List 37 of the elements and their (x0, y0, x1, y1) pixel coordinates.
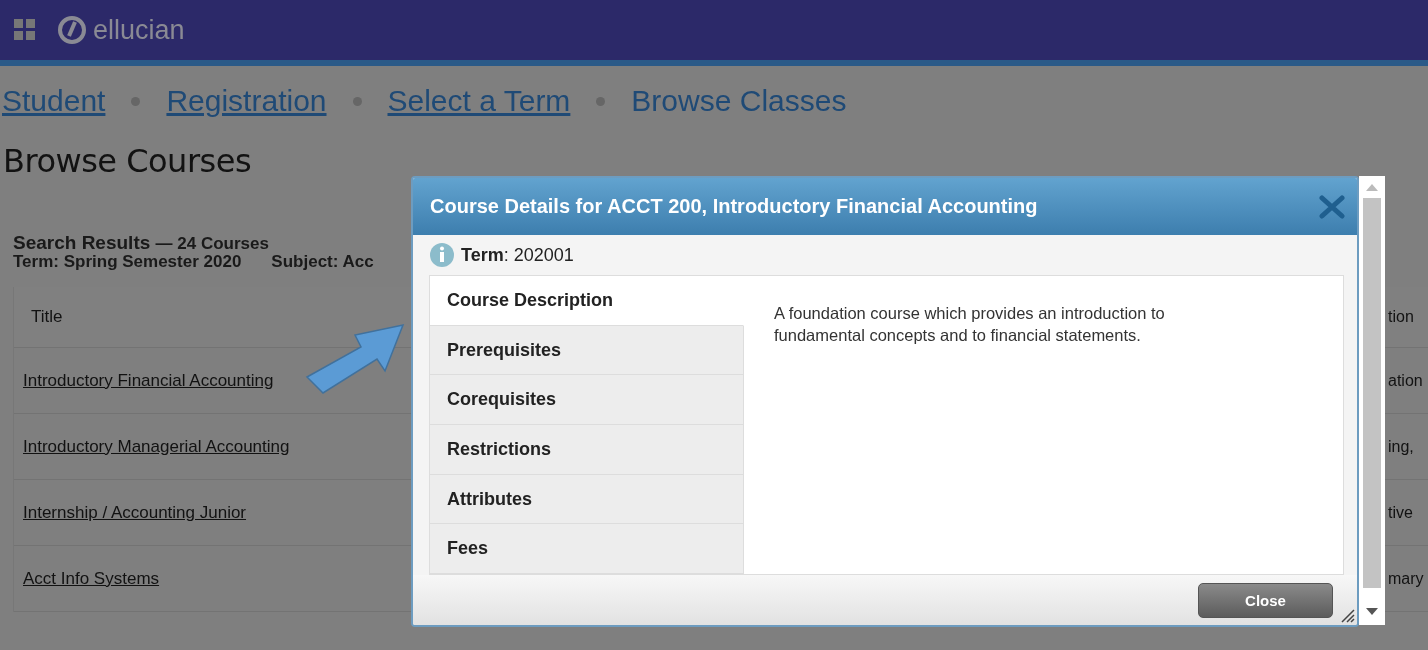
scrollbar-thumb[interactable] (1363, 198, 1381, 588)
resize-grip-icon[interactable] (1339, 607, 1355, 623)
logo-icon (57, 15, 87, 45)
course-link[interactable]: Acct Info Systems (14, 568, 160, 588)
course-link[interactable]: Introductory Managerial Accounting (14, 436, 290, 456)
details-tab[interactable]: Restrictions (430, 425, 744, 475)
scroll-down-icon[interactable] (1366, 608, 1378, 616)
term-label: Term: Spring Semester 2020 (13, 252, 242, 272)
table-cell: mary (1388, 569, 1424, 588)
table-cell: ing, (1388, 437, 1414, 456)
term-text: Term: 202001 (461, 244, 574, 266)
close-icon[interactable] (1319, 194, 1345, 219)
close-button[interactable]: Close (1198, 582, 1333, 618)
apps-grid-icon[interactable] (13, 18, 37, 42)
results-heading: Search Results — 24 Courses (13, 232, 269, 254)
separator-dot (352, 96, 362, 106)
table-cell: ation (1388, 371, 1423, 390)
subject-label: Subject: Acc (271, 252, 374, 272)
course-link[interactable]: Introductory Financial Accounting (14, 370, 274, 390)
details-tab[interactable]: Attributes (430, 474, 744, 525)
scrollbar[interactable] (1359, 176, 1385, 625)
details-tab[interactable]: Prerequisites (430, 325, 744, 376)
dialog-title: Course Details for ACCT 200, Introductory Financial Accounting (430, 195, 1038, 218)
course-link[interactable]: Internship / Accounting Junior (14, 502, 247, 522)
scroll-up-icon[interactable] (1366, 183, 1378, 191)
separator-dot (131, 96, 141, 106)
info-icon (429, 242, 455, 268)
page-title: Browse Courses (3, 142, 253, 180)
details-tab[interactable]: Fees (430, 524, 744, 575)
logo-text: ellucian (93, 14, 185, 46)
column-header: Title (30, 307, 63, 327)
column-header: tion (1388, 308, 1414, 326)
details-tab[interactable]: Corequisites (430, 375, 744, 425)
table-cell: tive (1388, 503, 1413, 522)
course-description: A foundation course which provides an introduction to fundamental concepts and to financial statements. (774, 303, 1166, 346)
separator-dot (596, 96, 606, 106)
breadcrumb-text: Browse Classes (631, 84, 847, 118)
